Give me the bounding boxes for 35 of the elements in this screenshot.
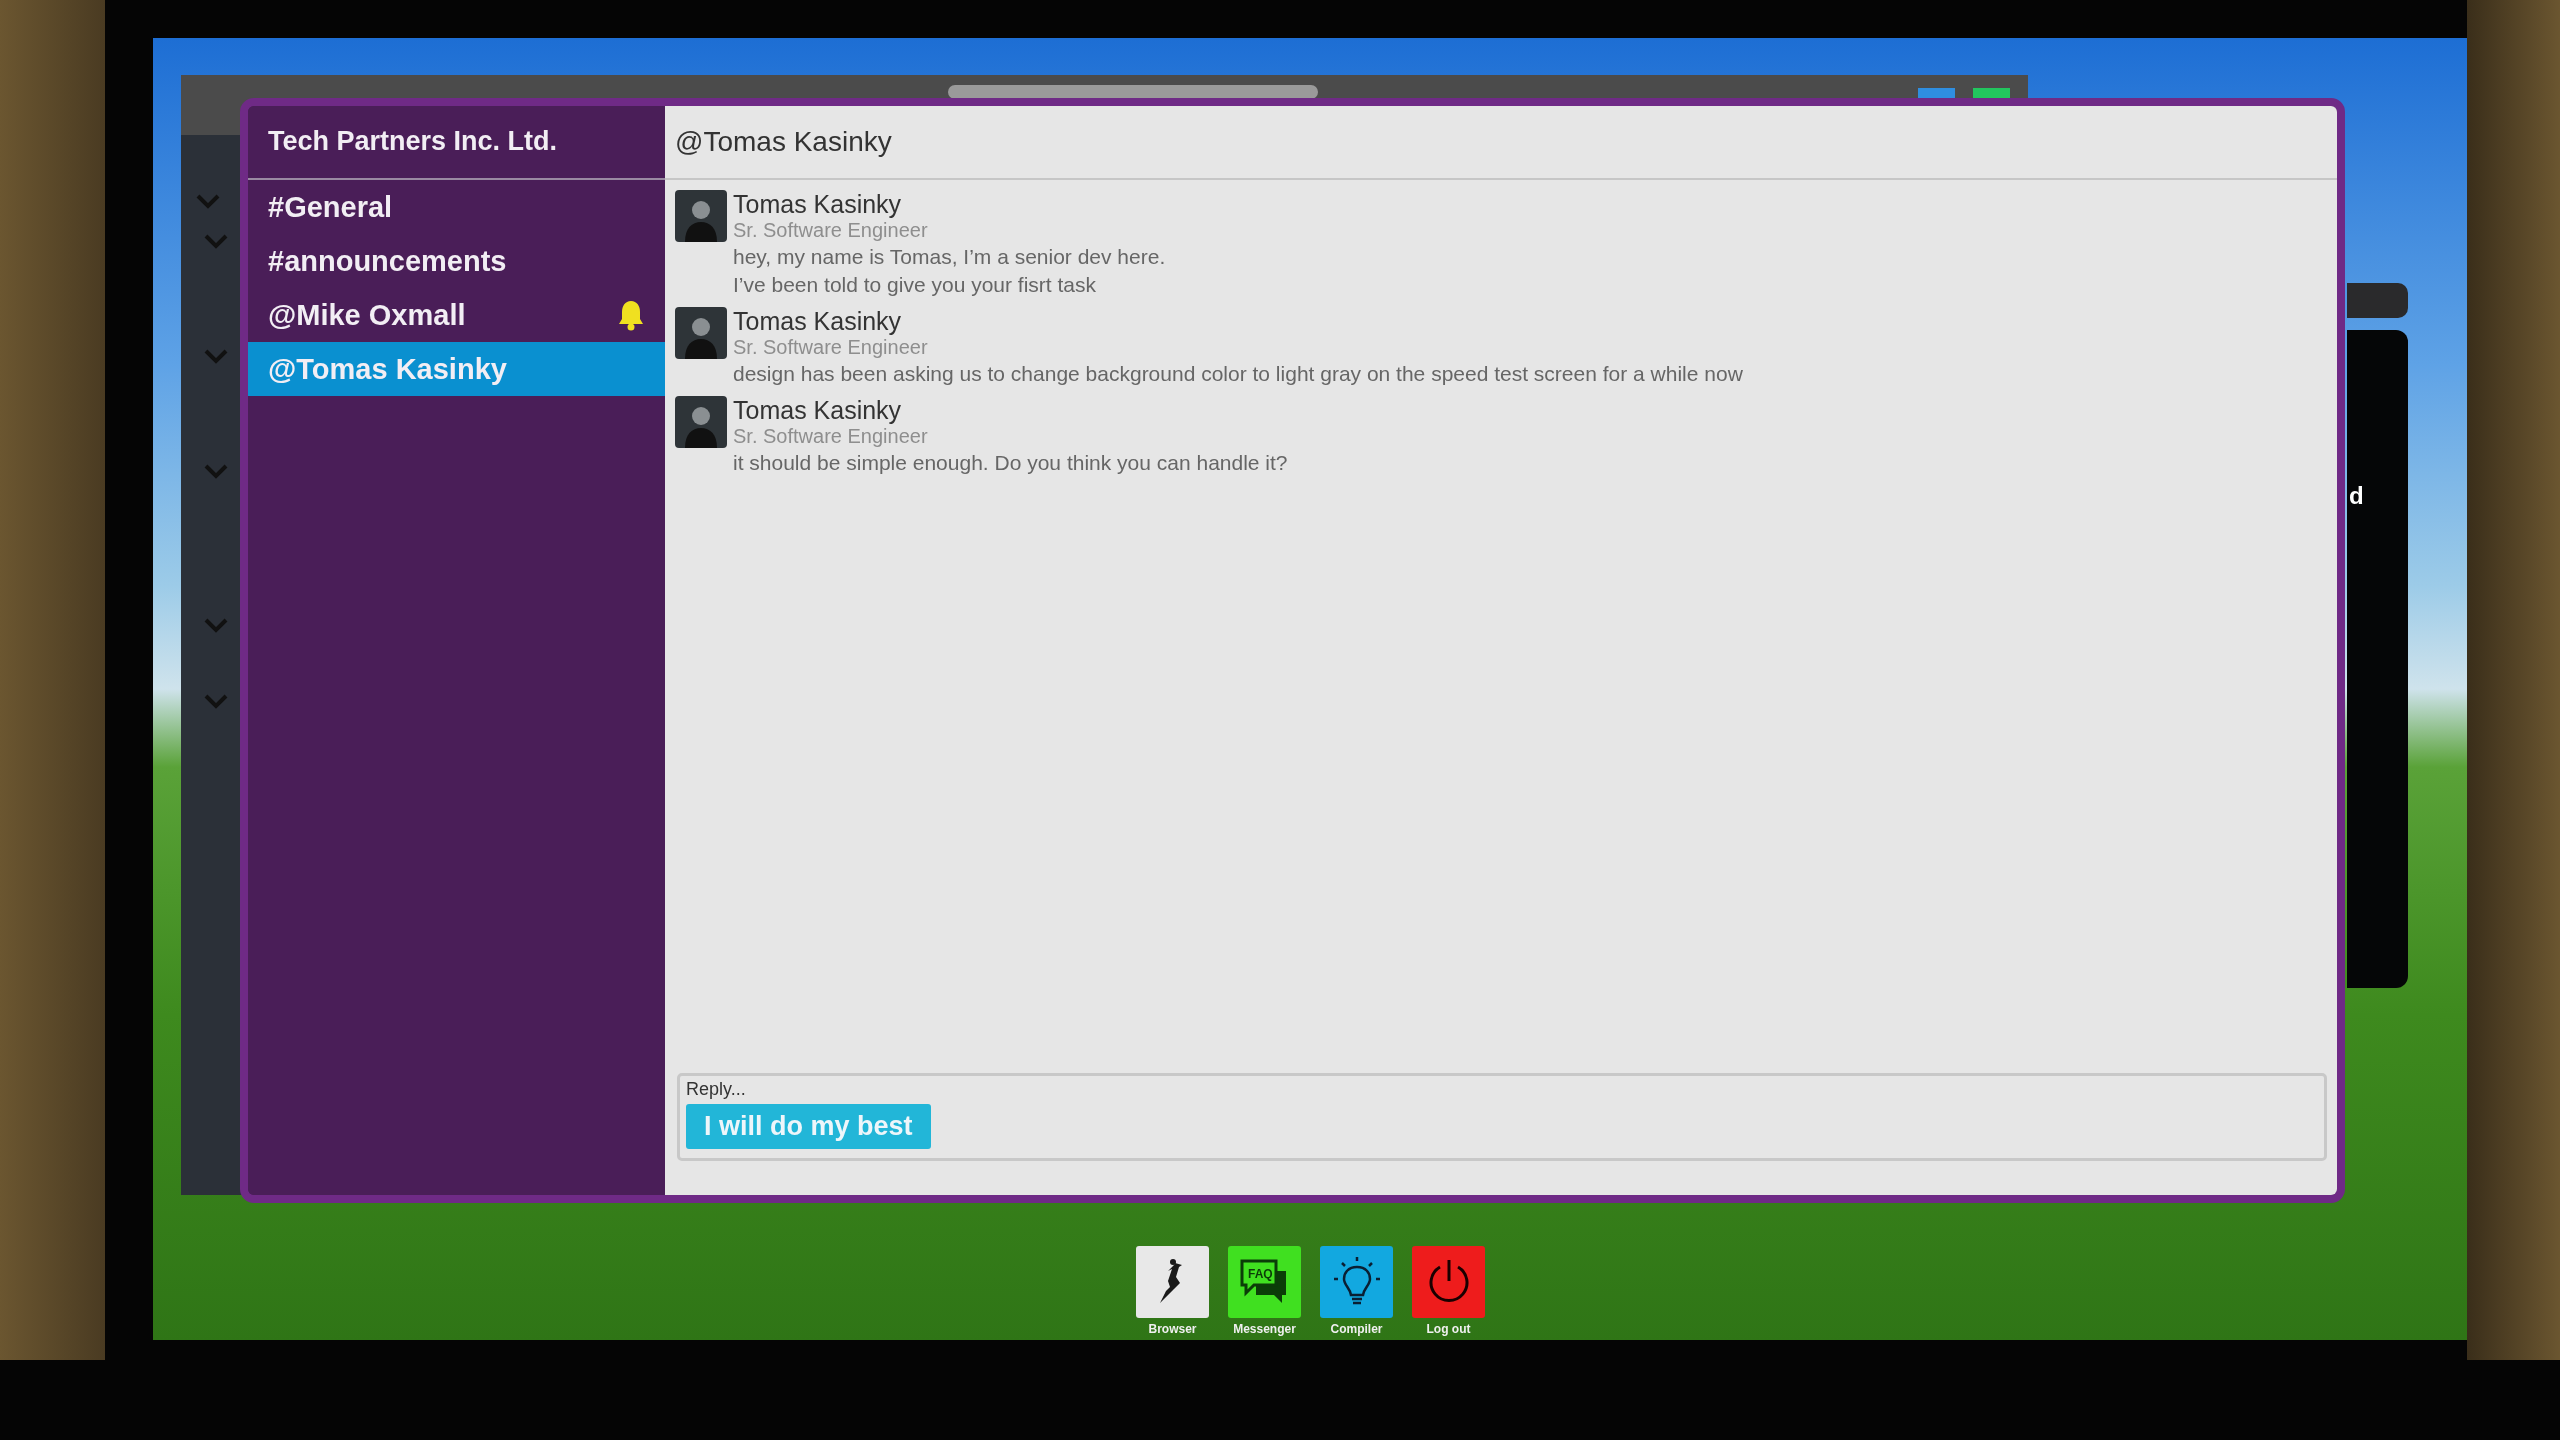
avatar-icon — [675, 396, 727, 448]
channel-item[interactable]: #General — [248, 180, 665, 234]
chevron-icon[interactable] — [204, 693, 228, 709]
author-role: Sr. Software Engineer — [733, 335, 929, 360]
panel-text: d — [2349, 482, 2364, 510]
compiler-app-icon[interactable] — [1320, 1246, 1393, 1318]
app-label: Log out — [1426, 1322, 1471, 1336]
channel-item[interactable]: #announcements — [248, 234, 665, 288]
reply-label: Reply... — [686, 1079, 746, 1100]
app-label: Compiler — [1330, 1322, 1383, 1336]
app-label: Browser — [1148, 1322, 1197, 1336]
logout-app-icon[interactable] — [1412, 1246, 1485, 1318]
message-text: I’ve been told to give you your fisrt task — [733, 272, 1098, 298]
avatar-icon — [675, 307, 727, 359]
author-name: Tomas Kasinky — [733, 307, 903, 335]
channel-item[interactable]: @Mike Oxmall — [248, 288, 665, 342]
author-name: Tomas Kasinky — [733, 190, 903, 218]
messenger-app-icon[interactable]: FAQ — [1228, 1246, 1301, 1318]
app-label: Messenger — [1233, 1322, 1296, 1336]
chevron-icon[interactable] — [204, 617, 228, 633]
conversation-title: @Tomas Kasinky — [665, 106, 2337, 180]
search-bar[interactable] — [948, 85, 1318, 99]
message-text: it should be simple enough. Do you think you can handle it? — [733, 450, 1288, 476]
author-role: Sr. Software Engineer — [733, 218, 929, 243]
dark-panel — [2347, 283, 2408, 318]
chevron-icon[interactable] — [196, 193, 220, 209]
chevron-icon[interactable] — [204, 348, 228, 364]
chevron-icon[interactable] — [204, 463, 228, 479]
author-role: Sr. Software Engineer — [733, 424, 929, 449]
message-text: hey, my name is Tomas, I’m a senior dev here. — [733, 244, 1166, 270]
message-text: design has been asking us to change background color to light gray on the speed test screen for a while now — [733, 361, 1743, 387]
avatar-icon — [675, 190, 727, 242]
browser-app-icon[interactable] — [1136, 1246, 1209, 1318]
chevron-icon[interactable] — [204, 233, 228, 249]
author-name: Tomas Kasinky — [733, 396, 903, 424]
